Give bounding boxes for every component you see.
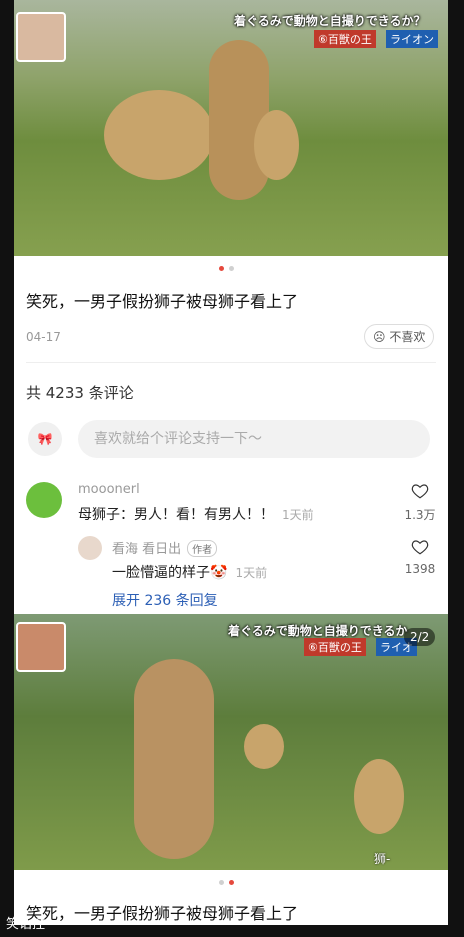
overlay-title-2: 着ぐるみで動物と自撮りできるか <box>228 624 408 638</box>
dislike-button[interactable]: ☹ 不喜欢 <box>364 324 435 349</box>
post-title: 笑死，一男子假扮狮子被母狮子看上了 <box>26 292 299 311</box>
post-card-2: 笑死，一男子假扮狮子被母狮子看上了 <box>14 870 448 925</box>
user-avatar[interactable] <box>26 482 62 518</box>
comment-count: 共 4233 条评论 <box>26 384 134 402</box>
page-indicator: 2/2 <box>404 628 436 646</box>
reply-time: 1天前 <box>235 566 268 580</box>
divider <box>26 362 436 363</box>
post-date: 04-17 <box>26 330 61 344</box>
my-avatar-icon[interactable]: 🎀 <box>28 422 62 456</box>
lioness-approaching <box>354 759 404 834</box>
carousel-dot <box>219 880 224 885</box>
author-badge: 作者 <box>187 540 218 557</box>
overlay-title: 着ぐるみで動物と自撮りできるか？ <box>234 14 426 28</box>
expand-replies-link[interactable]: 展开 236 条回复 <box>112 590 218 610</box>
reply-author[interactable]: 看海 看日出 <box>112 542 181 557</box>
comment-author[interactable]: mooonerl <box>78 482 140 497</box>
post-card: 笑死，一男子假扮狮子被母狮子看上了 04-17 ☹ 不喜欢 共 4233 条评论… <box>14 256 448 614</box>
post-image-2[interactable]: 着ぐるみで動物と自撮りできるか ⑥百獣の王 ライオ 2/2 狮- <box>14 614 448 870</box>
dislike-label: 不喜欢 <box>389 330 426 344</box>
reply-avatar[interactable] <box>78 536 102 560</box>
watermark: 笑话控 <box>6 917 46 932</box>
overlay-tag-3: ⑥百獣の王 <box>304 638 366 656</box>
comment-time: 1天前 <box>282 508 314 522</box>
overlay-tag: ⑥百獣の王 <box>314 30 376 48</box>
carousel-dots <box>219 266 234 271</box>
reply-body: 一脸懵逼的样子 <box>112 565 210 581</box>
lioness-distant <box>244 724 284 769</box>
carousel-dot-active <box>219 266 224 271</box>
lioness-figure <box>104 90 214 180</box>
reply-like-count: 1398 <box>404 562 436 576</box>
carousel-dot <box>229 266 234 271</box>
comment-body: 母狮子：男人！看！有男人！！ <box>78 507 274 523</box>
inset-face-thumbnail-2 <box>16 622 66 672</box>
carousel-dot-active <box>229 880 234 885</box>
overlay-tag-2: ライオン <box>386 30 438 48</box>
lion-figure <box>254 110 299 180</box>
comment-text: 母狮子：男人！看！有男人！！ 1天前 <box>78 504 314 524</box>
like-count: 1.3万 <box>404 508 436 522</box>
carousel-dots-2 <box>219 880 234 885</box>
post-title-2: 笑死，一男子假扮狮子被母狮子看上了 <box>26 904 299 923</box>
comment-input[interactable]: 喜欢就给个评论支持一下～ <box>78 420 430 458</box>
inset-face-thumbnail <box>16 12 66 62</box>
like-heart-icon[interactable] <box>411 482 429 500</box>
reply-text: 一脸懵逼的样子🤡 1天前 <box>112 562 267 582</box>
clown-emoji-icon: 🤡 <box>210 565 228 581</box>
frown-icon: ☹ <box>373 330 386 344</box>
post-image-1[interactable]: 着ぐるみで動物と自撮りできるか？ ⑥百獣の王 ライオン <box>14 0 448 256</box>
reply-author-line: 看海 看日出 作者 <box>112 538 218 557</box>
subtitle-fragment: 狮- <box>374 852 391 866</box>
reply-like-heart-icon[interactable] <box>411 538 429 556</box>
costumed-man-running <box>134 659 214 859</box>
